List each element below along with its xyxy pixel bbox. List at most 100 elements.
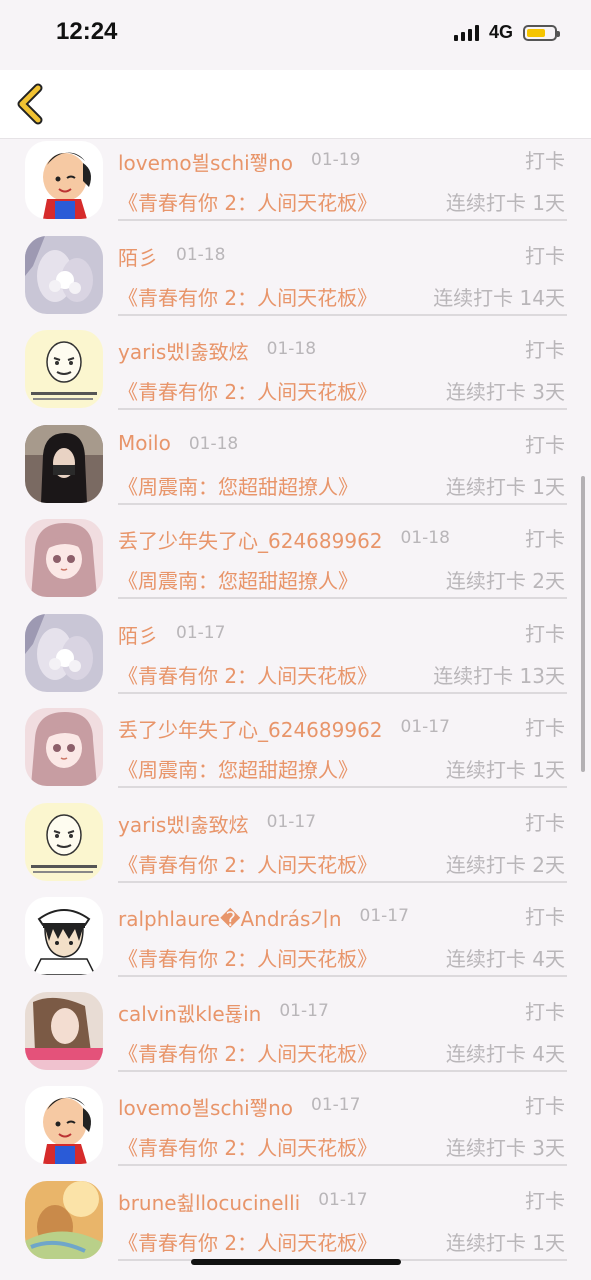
checkin-label: 打卡	[525, 1188, 565, 1213]
avatar[interactable]	[25, 1180, 103, 1259]
nav-bar	[0, 70, 591, 139]
scroll-indicator[interactable]	[581, 476, 585, 772]
divider	[118, 786, 567, 788]
divider	[118, 408, 567, 410]
topic-link[interactable]: 《青春有你 2：人间天花板》	[118, 1038, 377, 1067]
streak-count: 连续打卡 2天	[445, 852, 565, 877]
avatar[interactable]	[25, 519, 103, 597]
avatar[interactable]	[25, 613, 103, 692]
divider	[118, 502, 567, 505]
avatar[interactable]	[25, 1086, 103, 1164]
username[interactable]: 陌彡	[118, 620, 158, 649]
divider	[118, 975, 567, 977]
list-item[interactable]: 丢了少年失了心_624689962 01-17 打卡《周震南：您超甜超撩人》 连续打卡…	[0, 706, 591, 801]
checkin-label: 打卡	[525, 999, 565, 1024]
back-button[interactable]	[12, 82, 52, 126]
status-bar: 12:24 4G	[0, 0, 591, 70]
username[interactable]: 陌彡	[118, 242, 158, 271]
divider	[118, 1164, 567, 1166]
checkin-label: 打卡	[525, 810, 565, 835]
streak-count: 连续打卡 4天	[445, 1041, 565, 1066]
status-indicators: 4G	[453, 22, 560, 43]
avatar[interactable]	[25, 424, 103, 503]
home-indicator[interactable]	[191, 1259, 401, 1265]
topic-link[interactable]: 《青春有你 2：人间天花板》	[118, 282, 377, 311]
signal-icon	[453, 24, 479, 41]
checkin-date: 01-17	[400, 717, 450, 737]
list-item[interactable]: 陌彡 01-17 打卡 《青春有你 2：人间天花板》 连续打卡 13天	[0, 612, 591, 707]
topic-link[interactable]: 《青春有你 2：人间天花板》	[118, 660, 377, 689]
checkin-label: 打卡	[525, 527, 565, 551]
username[interactable]: calvin궶kle툖in	[118, 998, 261, 1027]
checkin-label: 打卡	[525, 149, 565, 173]
checkin-label: 打卡	[525, 716, 565, 740]
checkin-label: 打卡	[525, 905, 565, 929]
divider	[118, 691, 567, 694]
username[interactable]: yaris뱄l춣致炫	[118, 336, 249, 365]
list-item[interactable]: Moilo 01-18 打卡 《周震南：您超甜超撩人》 连续打卡 1天	[0, 423, 591, 518]
divider	[118, 880, 567, 883]
checkin-date: 01-18	[400, 528, 450, 548]
streak-count: 连续打卡 14天	[433, 285, 565, 310]
avatar[interactable]	[25, 330, 103, 408]
checkin-label: 打卡	[525, 338, 565, 362]
username[interactable]: lovemo뵐schi쬏no	[118, 147, 293, 176]
checkin-date: 01-18	[266, 339, 317, 359]
list-item[interactable]: lovemo뵐schi쬏no 01-17 打卡 《青春有你 2：人间天花板》 连续打卡 …	[0, 1084, 591, 1179]
username[interactable]: ralphlaure�András기n	[118, 903, 342, 932]
network-type: 4G	[488, 22, 513, 42]
divider	[118, 1069, 567, 1072]
topic-link[interactable]: 《周震南：您超甜超撩人》	[118, 471, 358, 500]
divider	[118, 313, 567, 316]
topic-link[interactable]: 《青春有你 2：人间天花板》	[118, 187, 377, 216]
streak-count: 连续打卡 4天	[445, 947, 565, 971]
checkin-date: 01-17	[318, 1189, 368, 1210]
list-item[interactable]: ralphlaure�András기n 01-17 打卡《青春有你 2：人间天花板》…	[0, 895, 591, 990]
topic-link[interactable]: 《青春有你 2：人间天花板》	[118, 849, 377, 878]
username[interactable]: Moilo	[118, 431, 171, 455]
list-item[interactable]: 丢了少年失了心_624689962 01-18 打卡《周震南：您超甜超撩人》 连续打卡…	[0, 517, 591, 612]
divider	[118, 597, 567, 599]
username[interactable]: lovemo뵐schi쬏no	[118, 1092, 293, 1121]
avatar[interactable]	[25, 708, 103, 786]
checkin-date: 01-17	[279, 1000, 329, 1021]
checkin-date: 01-19	[311, 150, 361, 170]
checkin-date: 01-18	[188, 433, 239, 454]
checkin-date: 01-17	[359, 906, 409, 926]
chevron-left-icon	[17, 83, 43, 125]
topic-link[interactable]: 《青春有你 2：人间天花板》	[118, 376, 377, 405]
topic-link[interactable]: 《青春有你 2：人间天花板》	[118, 943, 377, 972]
list-item[interactable]: calvin궶kle툖in 01-17 打卡《青春有你 2：人间天花板》 连续打卡 4…	[0, 990, 591, 1085]
avatar[interactable]	[25, 802, 103, 881]
status-time: 12:24	[56, 18, 118, 45]
avatar[interactable]	[25, 991, 103, 1070]
username[interactable]: yaris뱄l춣致炫	[118, 809, 249, 838]
streak-count: 连续打卡 1天	[445, 191, 565, 215]
streak-count: 连续打卡 1天	[445, 474, 565, 499]
topic-link[interactable]: 《周震南：您超甜超撩人》	[118, 754, 358, 783]
avatar[interactable]	[25, 235, 103, 314]
streak-count: 连续打卡 2天	[445, 569, 565, 593]
topic-link[interactable]: 《青春有你 2：人间天花板》	[118, 1227, 377, 1256]
checkin-list[interactable]: lovemo뵐schi쬏no 01-19 打卡 《青春有你 2：人间天花板》 连续打卡 …	[0, 139, 591, 1280]
avatar[interactable]	[25, 141, 103, 219]
list-item[interactable]: yaris뱄l춣致炫 01-18 打卡 《青春有你 2：人间天花板》 连续打卡 3天	[0, 328, 591, 423]
battery-level	[527, 28, 546, 37]
streak-count: 连续打卡 1天	[445, 758, 565, 782]
list-item[interactable]: lovemo뵐schi쬏no 01-19 打卡《青春有你 2：人间天花板》 连续打卡 …	[0, 139, 591, 234]
avatar[interactable]	[25, 897, 103, 975]
streak-count: 连续打卡 1天	[445, 1230, 565, 1255]
streak-count: 连续打卡 3天	[445, 1136, 565, 1160]
list-item[interactable]: yaris뱄l춣致炫 01-17 打卡《青春有你 2：人间天花板》 连续打卡 2天	[0, 801, 591, 896]
streak-count: 连续打卡 13天	[433, 663, 565, 688]
username[interactable]: 丢了少年失了心_624689962	[118, 525, 383, 554]
username[interactable]: 丢了少年失了心_624689962	[118, 714, 383, 743]
checkin-date: 01-18	[176, 244, 226, 265]
list-item[interactable]: 陌彡 01-18 打卡 《青春有你 2：人间天花板》 连续打卡 14天	[0, 234, 591, 329]
divider	[118, 219, 567, 221]
username[interactable]: brune췶llocucinelli	[118, 1187, 300, 1216]
battery-icon	[523, 24, 560, 41]
topic-link[interactable]: 《周震南：您超甜超撩人》	[118, 565, 358, 594]
checkin-date: 01-17	[266, 811, 317, 832]
topic-link[interactable]: 《青春有你 2：人间天花板》	[118, 1132, 377, 1161]
